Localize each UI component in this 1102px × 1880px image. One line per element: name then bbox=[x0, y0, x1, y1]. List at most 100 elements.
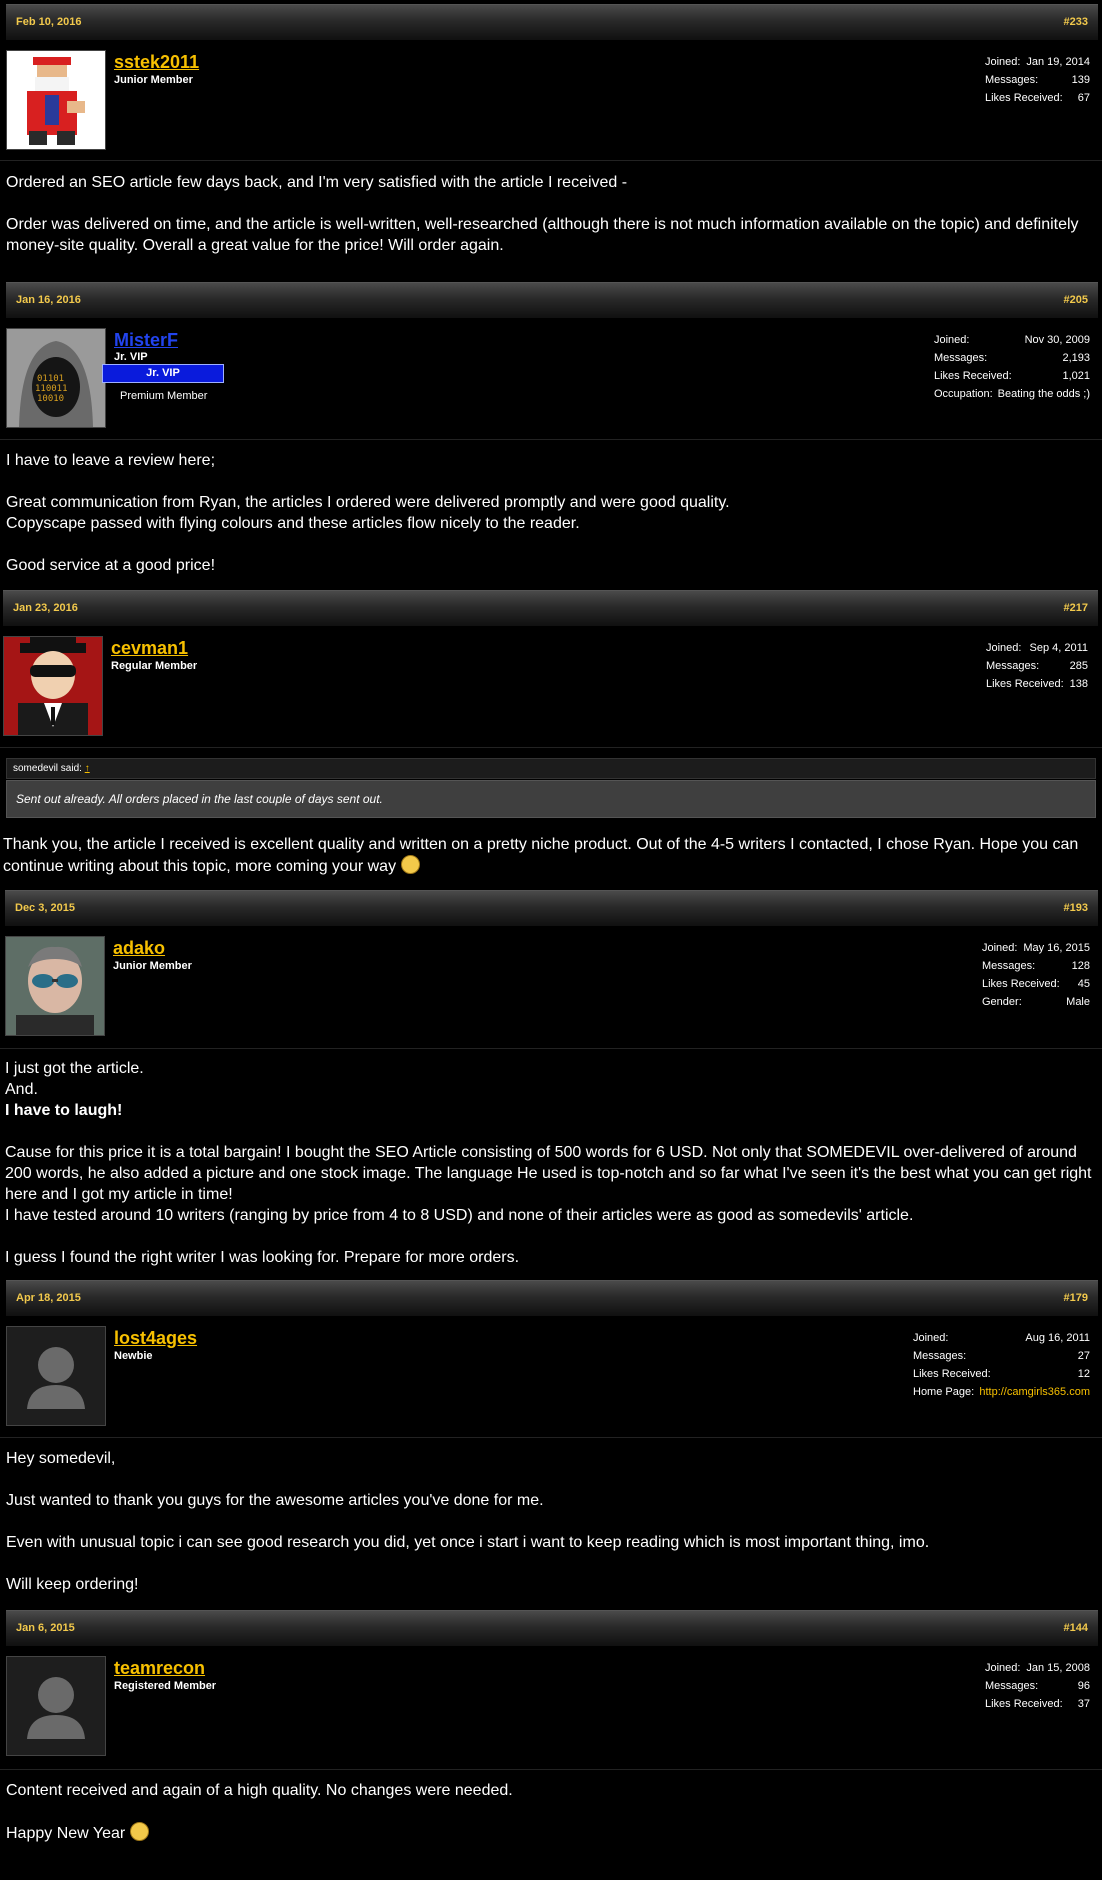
user-title: Regular Member bbox=[111, 660, 198, 672]
stat-label: Messages: bbox=[913, 1350, 967, 1362]
post-text: Thank you, the article I received is exc… bbox=[3, 836, 1079, 875]
post-date[interactable]: Apr 18, 2015 bbox=[16, 1292, 81, 1304]
post-date[interactable]: Feb 10, 2016 bbox=[16, 16, 81, 28]
post-header-bar: Jan 6, 2015 #144 bbox=[6, 1610, 1098, 1646]
stat-value[interactable]: 139 bbox=[1072, 74, 1090, 86]
stat-value: 1,021 bbox=[1062, 370, 1090, 382]
svg-text:110011: 110011 bbox=[35, 384, 68, 394]
post-text: And. bbox=[5, 1081, 38, 1098]
post: Feb 10, 2016 #233 sstek2011 Junior Membe… bbox=[0, 0, 1102, 280]
stat-label: Likes Received: bbox=[982, 978, 1060, 990]
post-text: Just wanted to thank you guys for the aw… bbox=[6, 1492, 544, 1509]
post-number[interactable]: #179 bbox=[1064, 1292, 1088, 1304]
post-body: I just got the article. And. I have to l… bbox=[5, 1058, 1096, 1268]
post-text: I just got the article. bbox=[5, 1060, 144, 1077]
stat-value: Male bbox=[1066, 996, 1090, 1008]
post-date[interactable]: Jan 6, 2015 bbox=[16, 1622, 75, 1634]
post-text: Copyscape passed with flying colours and… bbox=[6, 515, 580, 532]
svg-text:01101: 01101 bbox=[37, 374, 64, 384]
post-body: Hey somedevil, Just wanted to thank you … bbox=[6, 1448, 1096, 1595]
stat-value: 12 bbox=[1077, 1368, 1090, 1380]
post-number[interactable]: #205 bbox=[1064, 294, 1088, 306]
stat-label: Messages: bbox=[934, 352, 988, 364]
divider bbox=[0, 747, 1102, 748]
stat-label: Messages: bbox=[982, 960, 1036, 972]
hooded-figure-avatar-icon: 01101 110011 10010 bbox=[7, 329, 105, 427]
avatar[interactable]: 01101 110011 10010 bbox=[6, 328, 106, 428]
stat-value: May 16, 2015 bbox=[1023, 942, 1090, 954]
stat-label: Joined: bbox=[985, 56, 1021, 68]
post-date[interactable]: Dec 3, 2015 bbox=[15, 902, 75, 914]
stat-value: 138 bbox=[1069, 678, 1088, 690]
homepage-link[interactable]: http://camgirls365.com bbox=[979, 1386, 1090, 1398]
post: Apr 18, 2015 #179 lost4ages Newbie Joine… bbox=[0, 1276, 1102, 1606]
stat-label: Messages: bbox=[985, 74, 1039, 86]
stat-label: Joined: bbox=[985, 1662, 1021, 1674]
stat-value[interactable]: 27 bbox=[1078, 1350, 1090, 1362]
user-stats: Joined: May 16, 2015 Messages: 128 Likes R… bbox=[982, 942, 1090, 1014]
avatar[interactable] bbox=[6, 50, 106, 150]
stat-label: Joined: bbox=[934, 334, 970, 346]
quote-jump-link[interactable]: ↑ bbox=[85, 763, 90, 774]
post-text: Order was delivered on time, and the art… bbox=[6, 216, 1079, 254]
smiley-icon bbox=[129, 1822, 149, 1841]
divider bbox=[0, 1769, 1102, 1770]
post-text: I have to leave a review here; bbox=[6, 452, 216, 469]
quote-header: somedevil said: ↑ bbox=[6, 758, 1096, 779]
post-header-bar: Jan 16, 2016 #205 bbox=[6, 282, 1098, 318]
stat-value[interactable]: 96 bbox=[1078, 1680, 1090, 1692]
post-body: Ordered an SEO article few days back, an… bbox=[6, 172, 1096, 256]
user-photo-avatar-icon bbox=[6, 937, 104, 1035]
stat-label: Joined: bbox=[913, 1332, 949, 1344]
post-text: Ordered an SEO article few days back, an… bbox=[6, 174, 628, 191]
username[interactable]: MisterF bbox=[114, 330, 178, 351]
stat-label: Joined: bbox=[986, 642, 1022, 654]
avatar[interactable] bbox=[6, 1656, 106, 1756]
avatar[interactable] bbox=[6, 1326, 106, 1426]
post-header-bar: Apr 18, 2015 #179 bbox=[6, 1280, 1098, 1316]
stat-value: Beating the odds ;) bbox=[997, 388, 1090, 400]
username[interactable]: sstek2011 bbox=[114, 52, 199, 73]
quote-author: somedevil said: bbox=[13, 763, 82, 774]
username[interactable]: adako bbox=[113, 938, 165, 959]
post-body: Content received and again of a high qua… bbox=[6, 1780, 1096, 1844]
username[interactable]: cevman1 bbox=[111, 638, 188, 659]
avatar[interactable] bbox=[5, 936, 105, 1036]
divider bbox=[0, 1437, 1102, 1438]
post-text: Will keep ordering! bbox=[6, 1576, 139, 1593]
post: Jan 23, 2016 #217 cevman1 Regular Member… bbox=[0, 586, 1102, 886]
post-number[interactable]: #144 bbox=[1064, 1622, 1088, 1634]
username[interactable]: teamrecon bbox=[114, 1658, 205, 1679]
divider bbox=[0, 439, 1102, 440]
stat-label: Likes Received: bbox=[934, 370, 1012, 382]
stat-label: Occupation: bbox=[934, 388, 993, 400]
stat-value: 37 bbox=[1077, 1698, 1090, 1710]
post-header-bar: Feb 10, 2016 #233 bbox=[6, 4, 1098, 40]
post-date[interactable]: Jan 23, 2016 bbox=[13, 602, 78, 614]
stat-value: Nov 30, 2009 bbox=[1024, 334, 1090, 346]
stat-value[interactable]: 2,193 bbox=[1062, 352, 1090, 364]
user-stats: Joined: Jan 19, 2014 Messages: 139 Likes R… bbox=[985, 56, 1090, 110]
post-number[interactable]: #193 bbox=[1064, 902, 1088, 914]
post-number[interactable]: #217 bbox=[1064, 602, 1088, 614]
stat-value[interactable]: 285 bbox=[1070, 660, 1088, 672]
smiley-icon bbox=[400, 855, 420, 874]
post-number[interactable]: #233 bbox=[1064, 16, 1088, 28]
avatar[interactable] bbox=[3, 636, 103, 736]
stat-label: Likes Received: bbox=[985, 92, 1063, 104]
post-date[interactable]: Jan 16, 2016 bbox=[16, 294, 81, 306]
cartoon-spy-avatar-icon bbox=[4, 637, 102, 735]
post: Dec 3, 2015 #193 adako Junior Member Joi… bbox=[0, 886, 1102, 1276]
user-title: Junior Member bbox=[114, 74, 193, 86]
user-title: Jr. VIP bbox=[114, 351, 148, 363]
post-text: Even with unusual topic i can see good r… bbox=[6, 1534, 930, 1551]
stat-value: 67 bbox=[1077, 92, 1090, 104]
stat-value[interactable]: 128 bbox=[1072, 960, 1090, 972]
post-text: Content received and again of a high qua… bbox=[6, 1782, 513, 1799]
user-title: Registered Member bbox=[114, 1680, 217, 1692]
post-header-bar: Dec 3, 2015 #193 bbox=[5, 890, 1098, 926]
username[interactable]: lost4ages bbox=[114, 1328, 197, 1349]
post-text: Hey somedevil, bbox=[6, 1450, 116, 1467]
divider bbox=[0, 1048, 1102, 1049]
default-user-avatar-icon bbox=[7, 1657, 105, 1755]
